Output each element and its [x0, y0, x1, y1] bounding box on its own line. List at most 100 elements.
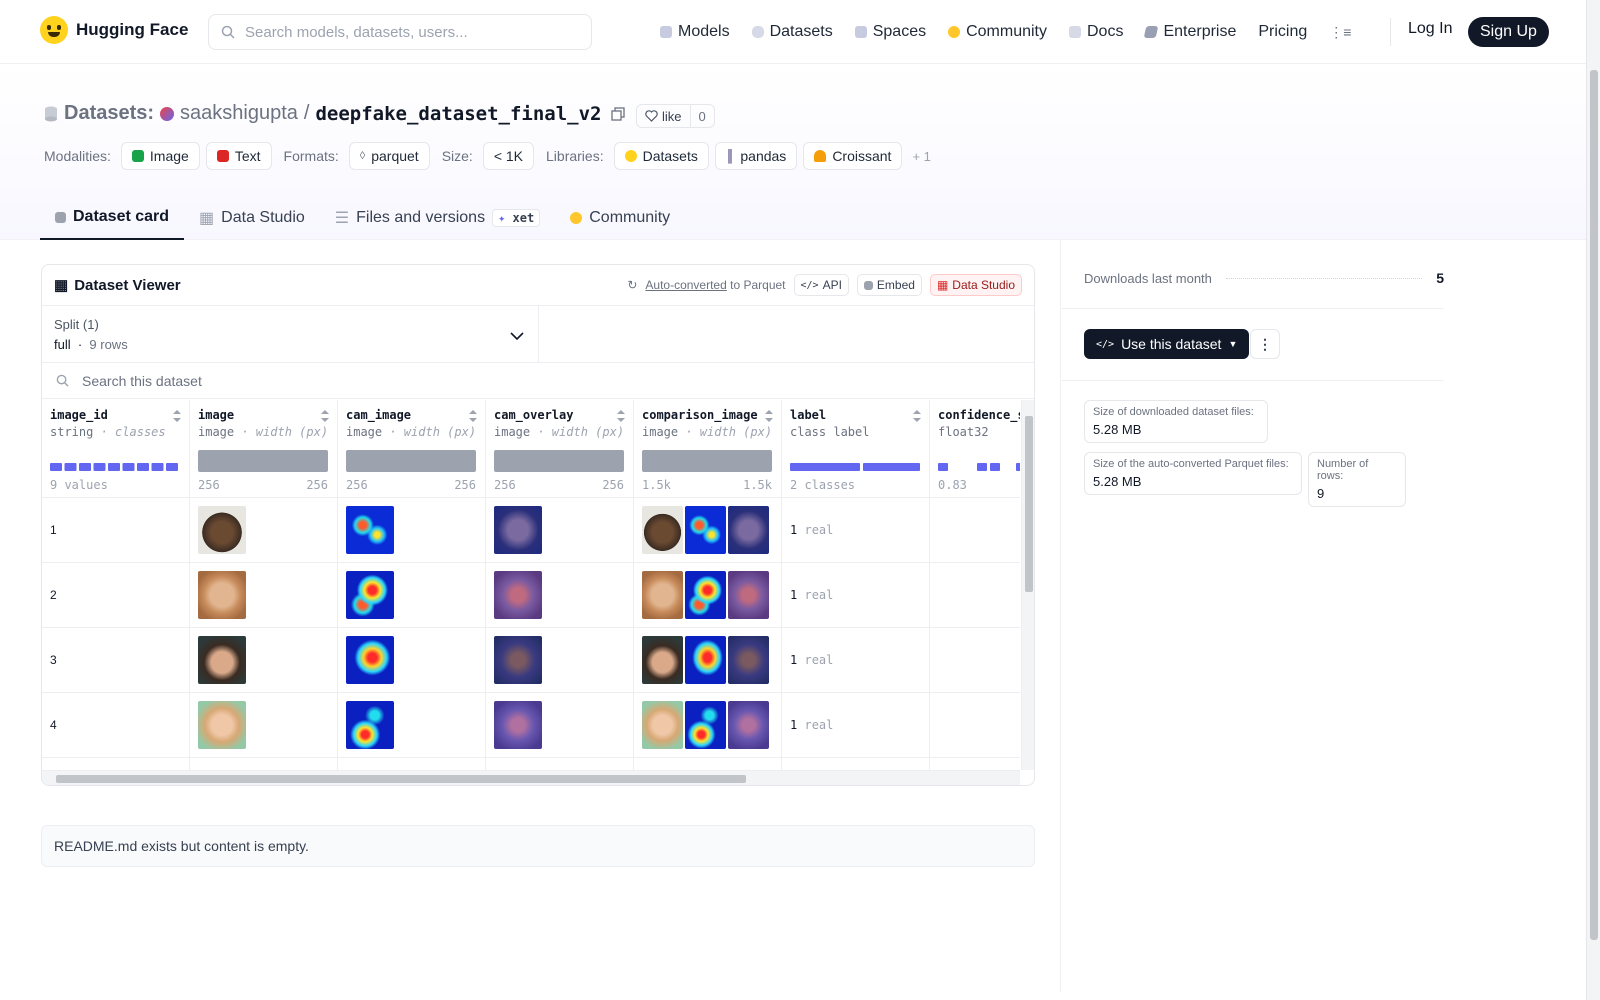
sort-icon[interactable] [765, 410, 773, 422]
table-cell[interactable] [930, 563, 1020, 628]
column-header[interactable]: cam_overlay image · width (px) 256 256 [486, 400, 633, 498]
sort-icon[interactable] [469, 410, 477, 422]
tag-croissant[interactable]: Croissant [803, 142, 903, 170]
table-cell[interactable] [634, 693, 781, 758]
heatmap-thumbnail[interactable] [346, 506, 394, 554]
split-select[interactable]: Split (1) full · 9 rows [42, 306, 539, 362]
nav-models[interactable]: Models [660, 23, 730, 41]
table-cell[interactable]: 1 real [782, 628, 929, 693]
tag-pandas[interactable]: ║ pandas [714, 142, 798, 170]
tab-label: Data Studio [221, 209, 305, 226]
column-header[interactable]: image image · width (px) 256 256 [190, 400, 337, 498]
column-header[interactable]: cam_image image · width (px) 256 256 [338, 400, 485, 498]
tag-parquet[interactable]: ◊ parquet [348, 142, 430, 170]
nav-spaces[interactable]: Spaces [854, 23, 926, 41]
heatmap-thumbnail[interactable] [346, 571, 394, 619]
vertical-scrollbar[interactable] [1021, 400, 1034, 770]
table-cell[interactable] [930, 693, 1020, 758]
nav-pricing[interactable]: Pricing [1258, 23, 1307, 41]
comparison-thumbnail[interactable] [642, 701, 769, 749]
sort-icon[interactable] [913, 410, 921, 422]
table-cell[interactable] [486, 563, 633, 628]
hf-logo[interactable]: Hugging Face [40, 16, 188, 44]
tab-data-studio[interactable]: ▦ Data Studio [184, 196, 320, 240]
api-button[interactable]: </> API [793, 274, 849, 296]
search-input[interactable]: Search models, datasets, users... [208, 14, 592, 50]
table-cell[interactable]: 1 real [782, 498, 929, 563]
user-link[interactable]: saakshigupta [180, 102, 298, 125]
table-cell[interactable] [930, 498, 1020, 563]
table-cell[interactable]: 1 real [782, 563, 929, 628]
table-cell[interactable] [338, 563, 485, 628]
face-thumbnail[interactable] [198, 506, 246, 554]
table-cell[interactable] [634, 628, 781, 693]
table-cell[interactable]: 2 [42, 563, 189, 628]
tab-files[interactable]: ☰ Files and versions ✦ xet [320, 196, 555, 240]
column-header[interactable]: label class label 2 classes [782, 400, 929, 498]
tag-text[interactable]: Text [205, 142, 272, 170]
embed-button[interactable]: Embed [856, 274, 922, 296]
sort-icon[interactable] [321, 410, 329, 422]
table-cell[interactable] [634, 563, 781, 628]
face-thumbnail[interactable] [198, 636, 246, 684]
comparison-thumbnail[interactable] [642, 506, 769, 554]
table-cell[interactable] [338, 498, 485, 563]
nav-enterprise[interactable]: Enterprise [1144, 23, 1236, 41]
use-dataset-button[interactable]: </> Use this dataset ▼ [1084, 329, 1250, 359]
tag-size[interactable]: < 1K [482, 142, 535, 170]
table-cell[interactable] [486, 628, 633, 693]
sort-icon[interactable] [617, 410, 625, 422]
face-thumbnail[interactable] [198, 571, 246, 619]
table-cell[interactable] [486, 498, 633, 563]
table-cell[interactable] [190, 498, 337, 563]
tab-community[interactable]: Community [555, 196, 685, 240]
tab-dataset-card[interactable]: Dataset card [40, 196, 185, 240]
copy-icon[interactable] [611, 106, 626, 121]
horizontal-scrollbar[interactable] [42, 770, 1020, 785]
more-options-button[interactable]: ⋮ [1250, 329, 1280, 359]
comparison-thumbnail[interactable] [642, 636, 769, 684]
column-header[interactable]: comparison_image image · width (px) 1.5k… [634, 400, 781, 498]
like-button[interactable]: like 0 [636, 104, 715, 128]
overlay-thumbnail[interactable] [494, 571, 542, 619]
signup-button[interactable]: Sign Up [1468, 17, 1549, 47]
menu-icon[interactable]: ⋮≡ [1329, 24, 1351, 41]
heatmap-thumbnail[interactable] [346, 636, 394, 684]
overlay-thumbnail[interactable] [494, 636, 542, 684]
table-cell[interactable]: 3 [42, 628, 189, 693]
nav-docs[interactable]: Docs [1069, 23, 1123, 41]
dataset-search-input[interactable]: Search this dataset [42, 363, 1034, 399]
column-header[interactable]: confidence_sc float32 0.83 [930, 400, 1020, 498]
table-cell[interactable] [338, 693, 485, 758]
tag-datasets[interactable]: Datasets [613, 142, 709, 170]
column-header[interactable]: image_id string · classes 9 values [42, 400, 189, 498]
nav-community[interactable]: Community [948, 23, 1047, 41]
histogram [50, 463, 178, 471]
page-scrollbar[interactable] [1586, 0, 1600, 1000]
table-cell[interactable] [190, 563, 337, 628]
table-cell[interactable] [486, 693, 633, 758]
more-libraries[interactable]: + 1 [912, 149, 930, 164]
table-cell[interactable]: 1 [42, 498, 189, 563]
auto-converted-link[interactable]: Auto-converted [645, 278, 726, 292]
table-cell[interactable] [338, 628, 485, 693]
overlay-thumbnail[interactable] [494, 701, 542, 749]
overlay-thumbnail[interactable] [494, 506, 542, 554]
data-studio-button[interactable]: ▦ Data Studio [929, 274, 1022, 296]
table-cell[interactable] [930, 628, 1020, 693]
table-cell[interactable]: 4 [42, 693, 189, 758]
comparison-thumbnail[interactable] [642, 571, 769, 619]
table-cell[interactable] [190, 693, 337, 758]
dataset-name[interactable]: deepfake_dataset_final_v2 [315, 103, 601, 125]
table-cell[interactable] [634, 498, 781, 563]
nav-datasets[interactable]: Datasets [751, 23, 833, 41]
downloads-stat: Downloads last month 5 [1084, 270, 1444, 286]
login-link[interactable]: Log In [1408, 20, 1452, 38]
table-cell[interactable]: 1 real [782, 693, 929, 758]
section-label[interactable]: Datasets: [64, 102, 154, 125]
sort-icon[interactable] [173, 410, 181, 422]
tag-image[interactable]: Image [120, 142, 200, 170]
heatmap-thumbnail[interactable] [346, 701, 394, 749]
face-thumbnail[interactable] [198, 701, 246, 749]
table-cell[interactable] [190, 628, 337, 693]
